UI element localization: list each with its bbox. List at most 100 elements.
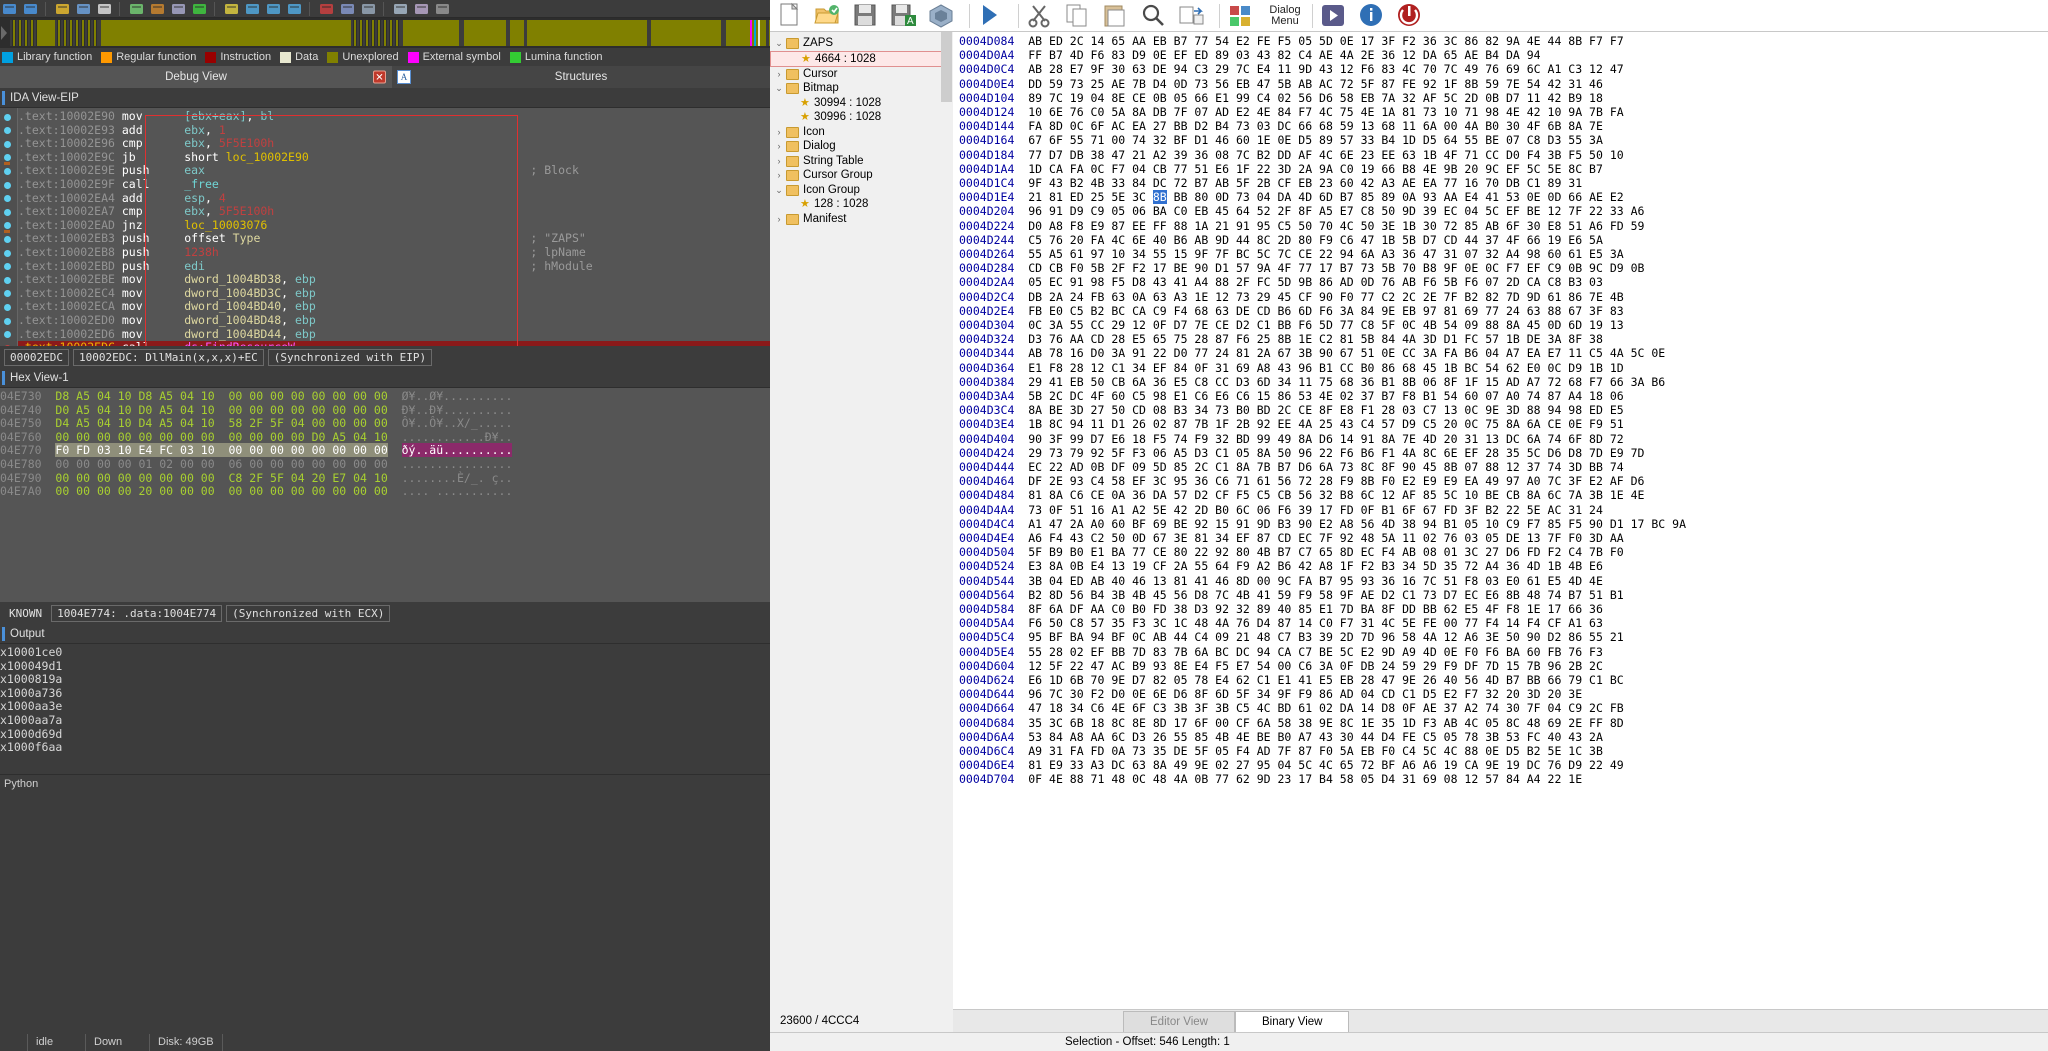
gutter-dot-icon[interactable]	[4, 263, 11, 271]
step-out-icon[interactable]	[285, 1, 305, 17]
save-icon[interactable]	[850, 1, 888, 31]
navigator-segment[interactable]	[16, 20, 18, 46]
binary-hex-bytes[interactable]: F6 50 C8 57 35 F3 3C 1C 48 4A 76 D4 87 1…	[1028, 616, 1603, 630]
binary-hex-row[interactable]: 0004D624 E6 1D 6B 70 9E D7 82 05 78 E4 6…	[959, 673, 1624, 687]
binary-hex-bytes[interactable]: 0F 4E 88 71 48 0C 48 4A 0B 77 62 9D 23 1…	[1028, 772, 1582, 786]
disassembly-listing[interactable]: .text:10002E90 mov [ebx+eax], bl .text:10…	[0, 108, 770, 346]
binary-hex-bytes[interactable]: 0C 3A 55 CC 29 12 0F D7 7E CE D2 C1 BB F…	[1028, 318, 1623, 332]
chevron-down-icon[interactable]: ⌄	[774, 36, 784, 51]
binary-hex-row[interactable]: 0004D3C4 8A BE 3D 27 50 CD 08 B3 34 73 B…	[959, 403, 1624, 417]
binary-hex-bytes[interactable]: 35 3C 6B 18 8C 8E 8D 17 6F 00 CF 6A 58 3…	[1028, 716, 1623, 730]
navigator-segment[interactable]	[726, 20, 766, 46]
hex-row[interactable]: 04E760 00 00 00 00 00 00 00 00 00 00 00 …	[0, 430, 770, 445]
navigator-segment[interactable]	[25, 20, 27, 46]
breakpoint-gutter[interactable]	[0, 108, 18, 346]
binary-hex-row[interactable]: 0004D364 E1 F8 28 12 C1 34 EF 84 0F 31 6…	[959, 361, 1624, 375]
gutter-dot-icon[interactable]	[4, 195, 11, 203]
binary-hex-bytes[interactable]: FB E0 C5 B2 BC CA C9 F4 68 63 DE CD B6 6…	[1028, 304, 1623, 318]
tree-node-cursor[interactable]: › Cursor	[770, 67, 951, 82]
binary-hex-bytes[interactable]: 10 6E 76 C0 5A 8A DB 7F 07 AD E2 4E 84 F…	[1028, 105, 1623, 119]
binary-hex-row[interactable]: 0004D304 0C 3A 55 CC 29 12 0F D7 7E CE D…	[959, 318, 1624, 332]
binary-hex-bytes[interactable]: DD 59 73 25 AE 7B D4 0D 73 56 EB 47 5B A…	[1028, 77, 1603, 91]
tab-editor-view[interactable]: Editor View	[1123, 1011, 1235, 1032]
navigator-segment[interactable]	[37, 20, 55, 46]
binary-hex-row[interactable]: 0004D1E4 21 81 ED 25 5E 3C 8B BB 80 0D 7…	[959, 190, 1624, 205]
binary-hex-bytes[interactable]: A6 F4 43 C2 50 0D 67 3E 81 34 EF 87 CD E…	[1028, 531, 1623, 545]
search-icon[interactable]	[95, 1, 115, 17]
binary-hex-bytes[interactable]: E6 1D 6B 70 9E D7 82 05 78 E4 62 C1 E1 4…	[1028, 673, 1623, 687]
chevron-right-icon[interactable]: ›	[774, 125, 784, 140]
find-icon[interactable]	[1138, 1, 1176, 31]
chevron-right-icon[interactable]: ›	[774, 67, 784, 82]
navigator-segment[interactable]	[375, 20, 377, 46]
navigator-segment[interactable]	[82, 20, 84, 46]
gutter-dot-icon[interactable]	[4, 127, 11, 135]
hex-dump-listing[interactable]: 04E730 D8 A5 04 10 D8 A5 04 10 00 00 00 …	[0, 388, 770, 602]
gutter-dot-icon[interactable]	[4, 331, 11, 339]
run-script-icon[interactable]	[975, 1, 1013, 31]
forward-icon[interactable]	[21, 1, 41, 17]
binary-hex-row[interactable]: 0004D484 81 8A C6 CE 0A 36 DA 57 D2 CF F…	[959, 488, 1644, 502]
hex-bytes[interactable]: D8 A5 04 10 D8 A5 04 10 00 00 00 00 00 0…	[55, 389, 387, 403]
navigator-segment[interactable]	[61, 20, 63, 46]
hexdump-icon[interactable]	[169, 1, 189, 17]
navigator-segment[interactable]	[64, 20, 66, 46]
tree-node-manifest[interactable]: › Manifest	[770, 212, 951, 227]
gutter-dot-icon[interactable]	[4, 276, 11, 284]
binary-hex-row[interactable]: 0004D464 DF 2E 93 C4 58 EF 3C 95 36 C6 7…	[959, 474, 1644, 488]
navigator-segment[interactable]	[55, 20, 57, 46]
python-input-bar[interactable]: Python	[0, 774, 770, 792]
binary-hex-bytes[interactable]: 05 EC 91 98 F5 D8 43 41 A4 88 2F FC 5D 9…	[1028, 275, 1603, 289]
hex-bytes[interactable]: 00 00 00 00 00 00 00 00 C8 2F 5F 04 20 E…	[55, 471, 387, 485]
binary-hex-row[interactable]: 0004D584 8F 6A DF AA C0 B0 FD 38 D3 92 3…	[959, 602, 1603, 616]
navigator-segment[interactable]	[366, 20, 368, 46]
hex-row[interactable]: 04E780 00 00 00 00 01 02 00 00 06 00 00 …	[0, 457, 770, 472]
binary-hex-bytes[interactable]: 9F 43 B2 4B 33 84 DC 72 B7 AB 5F 2B CF E…	[1028, 176, 1582, 190]
binary-hex-bytes[interactable]: 77 D7 DB 38 47 21 A2 39 36 08 7C B2 DD A…	[1028, 148, 1623, 162]
gutter-dot-icon[interactable]	[4, 222, 11, 230]
navigator-segment[interactable]	[384, 20, 386, 46]
navigator-segment[interactable]	[94, 20, 96, 46]
disasm-row[interactable]: .text:10002E9E push eax ; Block	[18, 164, 770, 178]
binary-hex-bytes[interactable]: 21 81 ED 25 5E 3C	[1028, 190, 1153, 204]
back-icon[interactable]	[0, 1, 20, 17]
modules-icon[interactable]	[391, 1, 411, 17]
binary-hex-bytes[interactable]: 5F B9 B0 E1 BA 77 CE 80 22 92 80 4B B7 C…	[1028, 545, 1623, 559]
binary-hex-row[interactable]: 0004D2C4 DB 2A 24 FB 63 0A 63 A3 1E 12 7…	[959, 290, 1624, 304]
gutter-dot-icon[interactable]	[4, 113, 11, 121]
cut-icon[interactable]	[1024, 1, 1062, 31]
hex-row[interactable]: 04E730 D8 A5 04 10 D8 A5 04 10 00 00 00 …	[0, 389, 770, 404]
navigator-segment[interactable]	[754, 20, 756, 46]
binary-hex-bytes[interactable]: FF B7 4D F6 83 D9 0E EF ED 89 03 43 82 C…	[1028, 48, 1540, 62]
tab-structures[interactable]: A Structures	[392, 66, 770, 88]
navigator-segment[interactable]	[76, 20, 78, 46]
navigator-segment[interactable]	[357, 20, 359, 46]
binary-hex-bytes[interactable]: 55 A5 61 97 10 34 55 15 9F 7F BC 5C 7C C…	[1028, 247, 1623, 261]
binary-hex-bytes[interactable]: 67 6F 55 71 00 74 32 BF D1 46 60 1E 0E D…	[1028, 133, 1603, 147]
chevron-right-icon[interactable]: ›	[774, 139, 784, 154]
binary-hex-row[interactable]: 0004D644 96 7C 30 F2 D0 0E 6E D6 8F 6D 5…	[959, 687, 1582, 701]
chevron-down-icon[interactable]: ⌄	[774, 183, 784, 198]
binary-hex-row[interactable]: 0004D684 35 3C 6B 18 8C 8E 8D 17 6F 00 C…	[959, 716, 1624, 730]
navigator-segment[interactable]	[58, 20, 60, 46]
binary-hex-row[interactable]: 0004D664 47 18 34 C6 4E 6F C3 3B 3F 3B C…	[959, 701, 1624, 715]
navigator-segment[interactable]	[70, 20, 72, 46]
chevron-down-icon[interactable]: ⌄	[774, 81, 784, 96]
binary-hex-bytes[interactable]: 8F 6A DF AA C0 B0 FD 38 D3 92 32 89 40 8…	[1028, 602, 1603, 616]
copy-icon[interactable]	[1062, 1, 1100, 31]
navigator-segment[interactable]	[10, 20, 12, 46]
disasm-row[interactable]: .text:10002ED6 mov dword_1004BD44, ebp	[18, 327, 770, 342]
navigator-segment[interactable]	[378, 20, 380, 46]
resource-hacker-toolbar[interactable]: A Dialog Menu	[770, 0, 2048, 32]
disasm-row[interactable]: .text:10002E96 cmp ebx, 5F5E100h	[18, 136, 770, 151]
run-icon[interactable]	[190, 1, 210, 17]
binary-hex-bytes[interactable]: A9 31 FA FD 0A 73 35 DE 5F 05 F4 AD 7F 8…	[1028, 744, 1603, 758]
tree-node-4664-1028[interactable]: ★ 4664 : 1028	[770, 50, 951, 67]
exit-icon[interactable]	[1394, 1, 1432, 31]
navigator-segment[interactable]	[527, 20, 647, 46]
binary-hex-bytes[interactable]: D3 76 AA CD 28 E5 65 75 28 87 F6 25 8B 1…	[1028, 332, 1603, 346]
navigator-segment[interactable]	[393, 20, 395, 46]
disasm-row[interactable]: .text:10002EAD jnz loc_10003076	[18, 218, 770, 233]
binary-hex-bytes[interactable]: 81 E9 33 A3 DC 63 8A 49 9E 02 27 95 04 5…	[1028, 758, 1623, 772]
binary-hex-row[interactable]: 0004D444 EC 22 AD 0B DF 09 5D 85 2C C1 8…	[959, 460, 1624, 474]
